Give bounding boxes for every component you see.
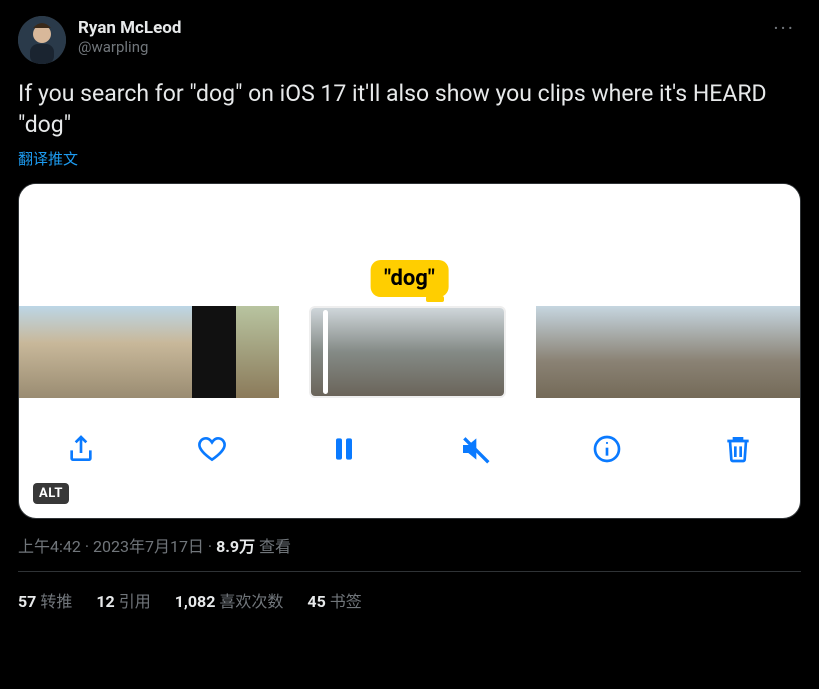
tweet-header: Ryan McLeod @warpling ··· xyxy=(18,16,801,64)
translate-link[interactable]: 翻译推文 xyxy=(18,148,78,169)
thumbnail xyxy=(712,306,756,398)
search-token-marker xyxy=(426,296,444,302)
thumbnail xyxy=(536,306,580,398)
thumbnail xyxy=(440,308,504,396)
thumbnail xyxy=(236,306,279,398)
clip-group-3 xyxy=(536,306,800,398)
meta-time: 上午4:42 xyxy=(18,537,81,556)
media-card[interactable]: "dog" xyxy=(18,183,801,519)
views-label: 查看 xyxy=(255,537,291,556)
thumbnail xyxy=(192,306,235,398)
thumbnail xyxy=(668,306,712,398)
mute-icon[interactable] xyxy=(459,433,491,465)
tweet-meta[interactable]: 上午4:42 · 2023年7月17日 · 8.9万 查看 xyxy=(18,533,801,557)
more-button[interactable]: ··· xyxy=(767,16,801,40)
handle: @warpling xyxy=(78,38,767,58)
thumbnail xyxy=(19,306,62,398)
thumbnail xyxy=(62,306,105,398)
media-whitespace: "dog" xyxy=(19,184,800,304)
tweet-stats: 57转推 12引用 1,082喜欢次数 45书签 xyxy=(18,572,801,628)
media-toolbar xyxy=(19,414,800,484)
thumbnail xyxy=(580,306,624,398)
stat-retweets[interactable]: 57转推 xyxy=(18,588,72,612)
tweet-text: If you search for "dog" on iOS 17 it'll … xyxy=(18,78,801,140)
thumbnail xyxy=(756,306,800,398)
thumbnail xyxy=(375,308,439,396)
views-count: 8.9万 xyxy=(216,537,255,556)
alt-badge[interactable]: ALT xyxy=(33,483,69,504)
heart-icon[interactable] xyxy=(196,433,228,465)
clip-group-2-active xyxy=(309,306,506,398)
trash-icon[interactable] xyxy=(722,433,754,465)
thumbnail xyxy=(149,306,192,398)
thumbnail xyxy=(106,306,149,398)
meta-date: 2023年7月17日 xyxy=(93,537,204,556)
thumbnail xyxy=(624,306,668,398)
stat-likes[interactable]: 1,082喜欢次数 xyxy=(175,588,284,612)
share-icon[interactable] xyxy=(65,433,97,465)
tweet: Ryan McLeod @warpling ··· If you search … xyxy=(0,0,819,628)
thumbnail xyxy=(311,308,375,396)
search-token-pill: "dog" xyxy=(370,260,449,297)
clip-group-1 xyxy=(19,306,279,398)
pause-icon[interactable] xyxy=(328,433,360,465)
author-block[interactable]: Ryan McLeod @warpling xyxy=(78,16,767,58)
video-scrubber-strip[interactable] xyxy=(19,306,800,398)
display-name: Ryan McLeod xyxy=(78,18,767,38)
playhead[interactable] xyxy=(323,310,328,394)
info-icon[interactable] xyxy=(591,433,623,465)
avatar[interactable] xyxy=(18,16,66,64)
stat-quotes[interactable]: 12引用 xyxy=(96,588,150,612)
stat-bookmarks[interactable]: 45书签 xyxy=(307,588,361,612)
